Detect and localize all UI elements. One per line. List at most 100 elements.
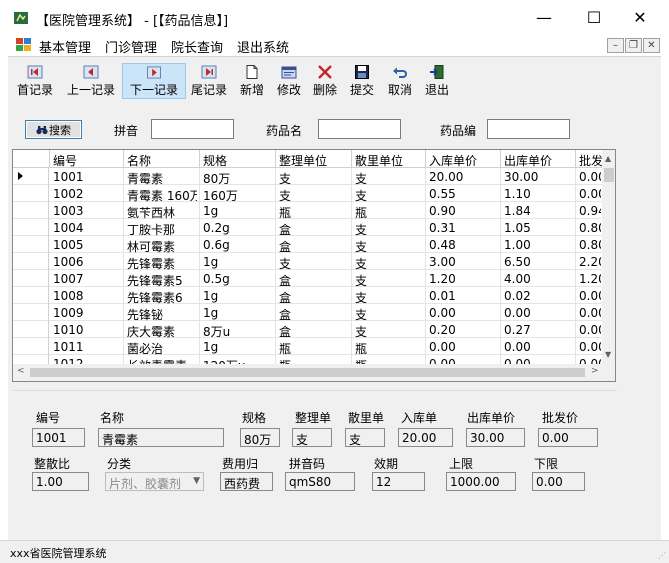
table-cell[interactable]: 瓶 xyxy=(355,357,423,364)
lower-limit-field[interactable]: 0.00 xyxy=(532,472,585,491)
col-header-out-price[interactable]: 出库单价 xyxy=(504,152,552,169)
table-cell[interactable]: 1.84 xyxy=(504,204,573,218)
upper-limit-field[interactable]: 1000.00 xyxy=(446,472,516,491)
table-cell[interactable]: 0.80 xyxy=(579,238,601,252)
row-selector[interactable] xyxy=(13,321,49,338)
table-cell[interactable]: 0.01 xyxy=(429,289,498,303)
grid-horizontal-scrollbar[interactable]: < > xyxy=(13,364,615,381)
table-cell[interactable]: 瓶 xyxy=(279,357,349,364)
maximize-button[interactable]: ☐ xyxy=(571,0,617,34)
table-cell[interactable]: 1.05 xyxy=(504,221,573,235)
table-cell[interactable]: 1009 xyxy=(53,306,121,320)
table-cell[interactable]: 1007 xyxy=(53,272,121,286)
resize-grip-icon[interactable]: ⋰ xyxy=(658,551,666,560)
table-cell[interactable]: 0.00 xyxy=(579,170,601,184)
col-header-code[interactable]: 编号 xyxy=(53,152,77,169)
table-cell[interactable]: 0.80 xyxy=(579,221,601,235)
table-cell[interactable]: 0.00 xyxy=(579,187,601,201)
fee-type-field[interactable]: 西药费 xyxy=(220,472,273,491)
scroll-down-arrow-icon[interactable]: ▼ xyxy=(605,350,611,359)
table-cell[interactable]: 0.00 xyxy=(504,357,573,364)
table-cell[interactable]: 1012 xyxy=(53,357,121,364)
table-cell[interactable]: 1g xyxy=(203,306,273,320)
table-cell[interactable]: 2.20 xyxy=(579,255,601,269)
col-header-bulk-unit[interactable]: 散里单位 xyxy=(355,152,403,169)
table-cell[interactable]: 1008 xyxy=(53,289,121,303)
table-row[interactable]: 1001青霉素80万支支20.0030.000.00 xyxy=(13,168,603,186)
table-cell[interactable]: 1006 xyxy=(53,255,121,269)
table-cell[interactable]: 1g xyxy=(203,289,273,303)
table-cell[interactable]: 0.55 xyxy=(429,187,498,201)
row-selector[interactable] xyxy=(13,236,49,253)
table-cell[interactable]: 4.00 xyxy=(504,272,573,286)
col-header-wholesale[interactable]: 批发 xyxy=(579,152,603,169)
in-price-field[interactable]: 20.00 xyxy=(398,428,453,447)
col-header-in-price[interactable]: 入库单价 xyxy=(429,152,477,169)
menu-outpatient-management[interactable]: 门诊管理 xyxy=(105,37,157,56)
menu-basic-management[interactable]: 基本管理 xyxy=(39,37,91,56)
table-cell[interactable]: 0.2g xyxy=(203,221,273,235)
table-cell[interactable]: 20.00 xyxy=(429,170,498,184)
row-selector[interactable] xyxy=(13,253,49,270)
table-cell[interactable]: 0.00 xyxy=(429,357,498,364)
pinyin-search-input[interactable] xyxy=(151,119,234,139)
table-cell[interactable]: 1.00 xyxy=(504,238,573,252)
table-cell[interactable]: 1002 xyxy=(53,187,121,201)
table-cell[interactable]: 0.00 xyxy=(504,306,573,320)
bulk-unit-field[interactable]: 支 xyxy=(345,428,385,447)
new-button[interactable]: 新增 xyxy=(237,63,267,99)
table-cell[interactable]: 1004 xyxy=(53,221,121,235)
exit-button[interactable]: 退出 xyxy=(422,63,452,99)
table-cell[interactable]: 1.10 xyxy=(504,187,573,201)
table-cell[interactable]: 1001 xyxy=(53,170,121,184)
mdi-restore-button[interactable]: ❐ xyxy=(625,38,642,53)
first-record-button[interactable]: 首记录 xyxy=(14,63,56,99)
drug-name-search-input[interactable] xyxy=(318,119,401,139)
table-cell[interactable]: 6.50 xyxy=(504,255,573,269)
table-cell[interactable]: 0.90 xyxy=(429,204,498,218)
table-cell[interactable]: 1g xyxy=(203,340,273,354)
table-cell[interactable]: 0.31 xyxy=(429,221,498,235)
drug-grid[interactable]: 编号 名称 规格 整理单位 散里单位 入库单价 出库单价 批发 1001 青霉素 8… xyxy=(12,149,616,382)
table-cell[interactable]: 0.48 xyxy=(429,238,498,252)
menu-director-query[interactable]: 院长查询 xyxy=(171,37,223,56)
ratio-field[interactable]: 1.00 xyxy=(32,472,89,491)
name-field[interactable]: 青霉素 xyxy=(98,428,224,447)
whole-unit-field[interactable]: 支 xyxy=(292,428,332,447)
category-select[interactable]: 片剂、胶囊剂 ▼ xyxy=(105,472,204,491)
table-cell[interactable]: 0.00 xyxy=(579,357,601,364)
table-row[interactable]: 1006先锋霉素1g支支3.006.502.20 xyxy=(13,253,603,271)
table-row[interactable]: 1009先锋铋1g盒支0.000.000.00 xyxy=(13,304,603,322)
table-cell[interactable]: 0.00 xyxy=(429,306,498,320)
pinyin-code-field[interactable]: qmS80 xyxy=(285,472,355,491)
prev-record-button[interactable]: 上一记录 xyxy=(63,63,119,99)
table-row[interactable]: 1005林可霉素0.6g盒支0.481.000.80 xyxy=(13,236,603,254)
table-cell[interactable]: 0.00 xyxy=(579,306,601,320)
table-cell[interactable]: 1011 xyxy=(53,340,121,354)
table-cell[interactable]: 1003 xyxy=(53,204,121,218)
chevron-down-icon[interactable]: ▼ xyxy=(193,476,200,486)
table-cell[interactable]: 0.5g xyxy=(203,272,273,286)
minimize-button[interactable]: — xyxy=(521,0,567,34)
col-header-spec[interactable]: 规格 xyxy=(203,152,227,169)
table-cell[interactable]: 0.00 xyxy=(579,289,601,303)
next-record-button[interactable]: 下一记录 xyxy=(122,63,186,99)
table-cell[interactable]: 0.00 xyxy=(504,340,573,354)
cancel-button[interactable]: 取消 xyxy=(385,63,415,99)
col-header-whole-unit[interactable]: 整理单位 xyxy=(279,152,327,169)
table-cell[interactable]: 1010 xyxy=(53,323,121,337)
row-selector[interactable] xyxy=(13,202,49,219)
table-cell[interactable]: 1g xyxy=(203,204,273,218)
wholesale-price-field[interactable]: 0.00 xyxy=(538,428,598,447)
spec-field[interactable]: 80万 xyxy=(240,428,280,447)
table-cell[interactable]: 0.6g xyxy=(203,238,273,252)
row-selector[interactable] xyxy=(13,355,49,364)
scroll-right-arrow-icon[interactable]: > xyxy=(591,366,599,376)
table-cell[interactable]: 30.00 xyxy=(504,170,573,184)
scroll-up-arrow-icon[interactable]: ▲ xyxy=(605,154,611,163)
horizontal-scroll-thumb[interactable] xyxy=(30,368,585,377)
table-row[interactable]: 1003氨苄西林1g瓶瓶0.901.840.94 xyxy=(13,202,603,220)
table-row[interactable]: 1008先锋霉素61g盒支0.010.020.00 xyxy=(13,287,603,305)
mdi-close-button[interactable]: ✕ xyxy=(643,38,660,53)
vertical-scroll-thumb[interactable] xyxy=(604,168,614,182)
